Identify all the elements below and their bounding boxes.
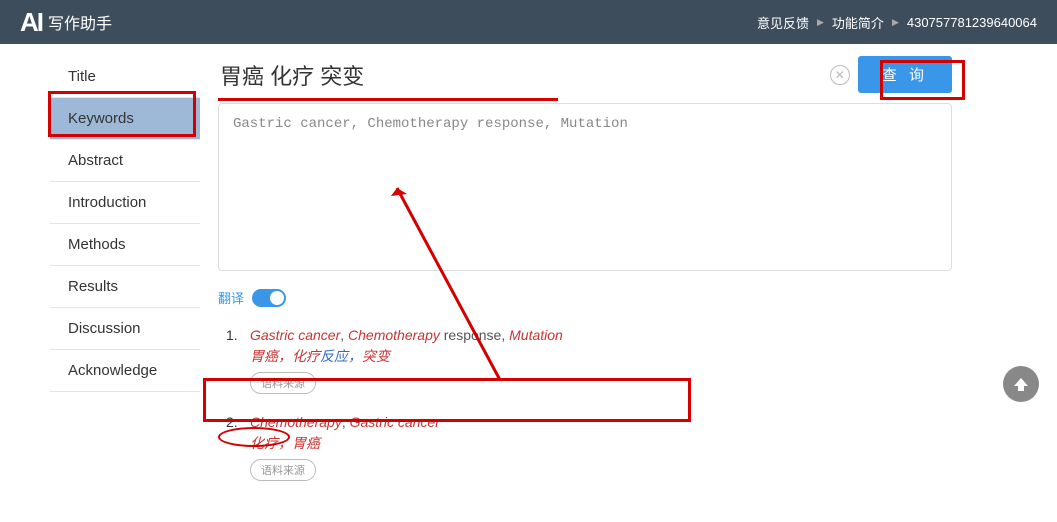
header-links: 意见反馈 ▶ 功能简介 ▶ 430757781239640064 xyxy=(757,13,1037,32)
result-body: Chemotherapy, Gastric cancer 化疗，胃癌 语料来源 xyxy=(250,414,952,481)
header-link-features[interactable]: 功能简介 xyxy=(832,13,884,32)
search-button[interactable]: 查 询 xyxy=(858,56,952,93)
translate-toggle[interactable] xyxy=(252,289,286,307)
scroll-top-button[interactable] xyxy=(1003,366,1039,402)
sidebar-item-results[interactable]: Results xyxy=(50,266,200,308)
sidebar-item-abstract[interactable]: Abstract xyxy=(50,140,200,182)
search-input[interactable] xyxy=(218,58,822,92)
main: Title Keywords Abstract Introduction Met… xyxy=(0,44,1057,501)
result-zh-part: 突变 xyxy=(362,348,390,364)
header: AI 写作助手 意见反馈 ▶ 功能简介 ▶ 430757781239640064 xyxy=(0,0,1057,44)
results-list: 1. Gastric cancer, Chemotherapy response… xyxy=(218,327,952,481)
content: ✕ 查 询 翻译 1. Gastric cancer, Chemotherapy… xyxy=(200,56,980,501)
logo: AI 写作助手 xyxy=(20,7,112,38)
result-number: 2. xyxy=(226,414,240,481)
sidebar: Title Keywords Abstract Introduction Met… xyxy=(0,56,200,501)
triangle-icon: ▶ xyxy=(817,17,824,28)
result-en: Gastric cancer, Chemotherapy response, M… xyxy=(250,327,952,343)
result-number: 1. xyxy=(226,327,240,394)
result-zh: 化疗，胃癌 xyxy=(250,433,952,453)
header-link-feedback[interactable]: 意见反馈 xyxy=(757,13,809,32)
source-button[interactable]: 语料来源 xyxy=(250,372,316,394)
result-zh-part: 化疗，胃癌 xyxy=(250,435,320,451)
header-link-userid[interactable]: 430757781239640064 xyxy=(907,15,1037,30)
result-zh-part: 胃癌，化疗 xyxy=(250,348,320,364)
sidebar-item-discussion[interactable]: Discussion xyxy=(50,308,200,350)
output-textarea[interactable] xyxy=(218,103,952,271)
result-en: Chemotherapy, Gastric cancer xyxy=(250,414,952,430)
result-zh-part: 反应， xyxy=(320,348,362,364)
result-body: Gastric cancer, Chemotherapy response, M… xyxy=(250,327,952,394)
result-en-part: Chemotherapy xyxy=(250,414,342,430)
arrow-up-icon xyxy=(1011,374,1031,394)
sidebar-item-introduction[interactable]: Introduction xyxy=(50,182,200,224)
result-en-part: Gastric cancer xyxy=(250,327,340,343)
toggle-knob xyxy=(270,291,284,305)
result-zh: 胃癌，化疗反应，突变 xyxy=(250,346,952,366)
result-item: 1. Gastric cancer, Chemotherapy response… xyxy=(226,327,952,394)
logo-icon: AI xyxy=(20,7,42,38)
sidebar-item-keywords[interactable]: Keywords xyxy=(50,98,200,140)
source-button[interactable]: 语料来源 xyxy=(250,459,316,481)
sidebar-item-title[interactable]: Title xyxy=(50,56,200,98)
triangle-icon: ▶ xyxy=(892,17,899,28)
translate-row: 翻译 xyxy=(218,288,952,307)
sidebar-item-acknowledge[interactable]: Acknowledge xyxy=(50,350,200,392)
search-bar: ✕ 查 询 xyxy=(218,56,952,93)
result-en-part: , xyxy=(340,327,348,343)
logo-text: 写作助手 xyxy=(48,10,112,34)
result-en-part: response, xyxy=(440,327,509,343)
result-en-part: Gastric cancer xyxy=(350,414,440,430)
sidebar-item-methods[interactable]: Methods xyxy=(50,224,200,266)
translate-label: 翻译 xyxy=(218,288,244,307)
clear-button[interactable]: ✕ xyxy=(830,65,850,85)
result-en-part: Chemotherapy xyxy=(348,327,440,343)
result-en-part: Mutation xyxy=(509,327,563,343)
result-item: 2. Chemotherapy, Gastric cancer 化疗，胃癌 语料… xyxy=(226,414,952,481)
result-en-part: , xyxy=(342,414,350,430)
